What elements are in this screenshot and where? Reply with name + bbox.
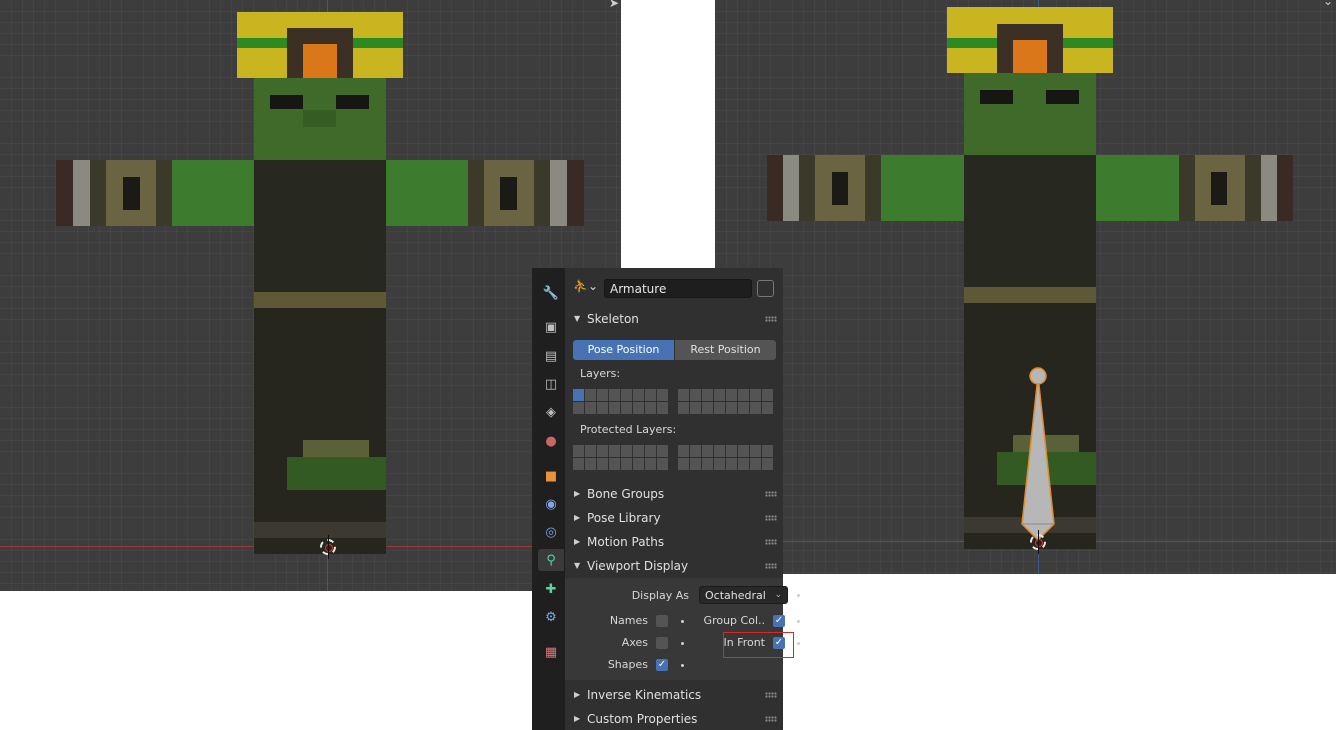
keyframe-dot[interactable] [797,594,800,597]
viewport-left[interactable]: ➤ [0,0,621,591]
panel-title: Viewport Display [587,559,689,573]
drag-handle-icon[interactable] [765,692,777,698]
drag-handle-icon[interactable] [765,316,777,322]
view-layer-icon[interactable]: ◫ [538,373,564,395]
panel-title: Custom Properties [587,712,698,726]
group-colors-label: Group Col.. [703,614,765,627]
rest-position-button[interactable]: Rest Position [675,340,776,360]
output-icon[interactable]: ▤ [538,345,564,367]
panel-custom-properties-header[interactable]: ▶ Custom Properties [565,708,783,730]
pose-position-button[interactable]: Pose Position [573,340,674,360]
display-as-dropdown[interactable]: Octahedral ⌄ [699,586,788,604]
protected-layers-grid-right[interactable] [678,445,773,470]
drag-handle-icon[interactable] [765,491,777,497]
group-colors-checkbox[interactable]: ✓ [773,615,785,627]
panel-pose-library-header[interactable]: ▶ Pose Library [565,507,783,529]
modifier-icon[interactable]: ◉ [538,493,564,515]
layers-grid-right[interactable] [678,389,773,414]
properties-tab-bar: 🔧 ▣ ▤ ◫ ◈ ● ■ ◉ ◎ ⚲ ✚ ⚙ ▦ [532,268,565,730]
scene-icon[interactable]: ◈ [538,401,564,423]
armature-name-field[interactable]: Armature [604,279,752,298]
texture-icon[interactable]: ▦ [538,641,564,663]
keyframe-dot[interactable] [681,664,684,667]
panel-title: Inverse Kinematics [587,688,702,702]
keyframe-dot[interactable] [681,620,684,623]
tool-icon[interactable]: 🔧 [538,282,564,304]
physics-icon[interactable]: ◎ [538,521,564,543]
axes-checkbox[interactable] [656,637,668,649]
drag-handle-icon[interactable] [765,515,777,521]
3d-cursor[interactable] [1030,530,1046,554]
object-icon[interactable]: ■ [538,465,564,487]
panel-skeleton-header[interactable]: ▼ Skeleton [565,308,783,330]
drag-handle-icon[interactable] [765,563,777,569]
chevron-icon: ⌄ [1323,0,1334,8]
drag-handle-icon[interactable] [765,716,777,722]
in-front-highlight-box [723,632,794,658]
names-label: Names [609,614,648,627]
keyframe-dot[interactable] [681,642,684,645]
axes-label: Axes [621,636,648,649]
collapsed-arrow-icon: ▶ [574,489,581,498]
world-icon[interactable]: ● [538,430,564,452]
panel-title: Bone Groups [587,487,665,501]
viewport-right[interactable]: ⌄ [715,0,1336,574]
names-checkbox[interactable] [656,615,668,627]
drag-handle-icon[interactable] [765,539,777,545]
expanded-arrow-icon: ▼ [574,561,581,570]
layers-label: Layers: [580,367,621,380]
panel-title: Skeleton [587,312,639,326]
mouse-cursor-icon: ➤ [609,0,620,10]
properties-editor: 🔧 ▣ ▤ ◫ ◈ ● ■ ◉ ◎ ⚲ ✚ ⚙ ▦ ⛹⌄ Armature ▼ … [532,268,800,730]
panel-title: Motion Paths [587,535,665,549]
render-icon[interactable]: ▣ [538,316,564,338]
panel-bone-groups-header[interactable]: ▶ Bone Groups [565,483,783,505]
protected-layers-grid-left[interactable] [573,445,668,470]
collapsed-arrow-icon: ▶ [574,537,581,546]
datablock-header: ⛹⌄ Armature [573,278,775,300]
collapsed-arrow-icon: ▶ [574,690,581,699]
chevron-down-icon: ⌄ [774,590,782,600]
keyframe-dot[interactable] [797,642,800,645]
bone-icon[interactable]: ✚ [538,578,564,600]
collapsed-arrow-icon: ▶ [574,714,581,723]
fake-user-button[interactable] [757,280,774,297]
panel-viewport-display-header[interactable]: ▼ Viewport Display [565,555,783,577]
shapes-checkbox[interactable]: ✓ [656,659,668,671]
panel-title: Pose Library [587,511,661,525]
layers-grid-left[interactable] [573,389,668,414]
display-as-label: Display As [631,589,689,602]
protected-layers-label: Protected Layers: [580,423,677,436]
armature-type-dropdown[interactable]: ⛹⌄ [573,279,601,299]
display-as-value: Octahedral [705,589,766,602]
panel-inverse-kinematics-header[interactable]: ▶ Inverse Kinematics [565,684,783,706]
collapsed-arrow-icon: ▶ [574,513,581,522]
object-data-armature-icon[interactable]: ⚲ [538,549,564,571]
keyframe-dot[interactable] [797,620,800,623]
shapes-label: Shapes [607,658,648,671]
properties-content: ⛹⌄ Armature ▼ Skeleton Pose Position Res… [565,268,800,730]
3d-cursor[interactable] [320,535,336,559]
panel-motion-paths-header[interactable]: ▶ Motion Paths [565,531,783,553]
armature-bone[interactable] [1015,362,1061,548]
expanded-arrow-icon: ▼ [574,314,581,323]
bone-constraint-icon[interactable]: ⚙ [538,606,564,628]
